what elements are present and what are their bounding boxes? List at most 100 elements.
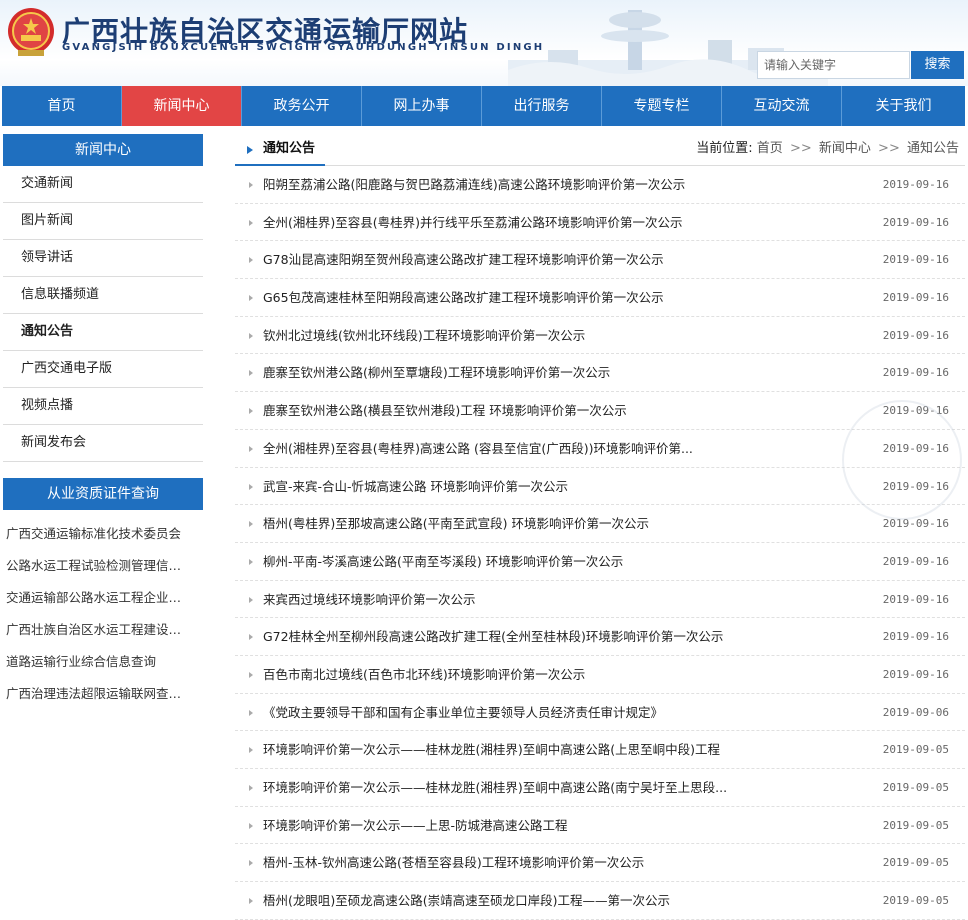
bullet-icon — [249, 332, 254, 339]
breadcrumb-label: 当前位置: — [696, 141, 753, 156]
notice-title-link[interactable]: 钦州北过境线(钦州北环线段)工程环境影响评价第一次公示 — [263, 317, 853, 354]
sidebar-item-traffic-news[interactable]: 交通新闻 — [3, 166, 203, 203]
notice-title-link[interactable]: G65包茂高速桂林至阳朔段高速公路改扩建工程环境影响评价第一次公示 — [263, 279, 853, 316]
sidebar-title: 新闻中心 — [3, 134, 203, 166]
notice-date: 2019-09-05 — [882, 818, 949, 832]
nav-item-interaction[interactable]: 互动交流 — [722, 86, 842, 126]
notice-title-link[interactable]: 阳朔至荔浦公路(阳鹿路与贺巴路荔浦连线)高速公路环境影响评价第一次公示 — [263, 166, 853, 203]
notice-title-link[interactable]: 梧州(龙眼咀)至硕龙高速公路(崇靖高速至硕龙口岸段)工程——第一次公示 — [263, 882, 853, 919]
list-item[interactable]: 环境影响评价第一次公示——桂林龙胜(湘桂界)至峒中高速公路(南宁吴圩至上思段..… — [235, 769, 965, 807]
breadcrumb-news-center[interactable]: 新闻中心 — [819, 141, 871, 156]
notice-title-link[interactable]: G72桂林全州至柳州段高速公路改扩建工程(全州至桂林段)环境影响评价第一次公示 — [263, 618, 853, 655]
notice-title-link[interactable]: 鹿寨至钦州港公路(横县至钦州港段)工程 环境影响评价第一次公示 — [263, 392, 853, 429]
list-item[interactable]: G78汕昆高速阳朔至贺州段高速公路改扩建工程环境影响评价第一次公示 2019-09… — [235, 241, 965, 280]
link-standardization-committee[interactable]: 广西交通运输标准化技术委员会 — [3, 518, 203, 550]
bullet-icon — [249, 445, 254, 452]
list-item[interactable]: 梧州(粤桂界)至那坡高速公路(平南至武宣段) 环境影响评价第一次公示 2019-0… — [235, 505, 965, 543]
list-item[interactable]: 环境影响评价第一次公示——桂林龙胜(湘桂界)至峒中高速公路(上思至峒中段)工程 2… — [235, 731, 965, 769]
list-item[interactable]: 《党政主要领导干部和国有企事业单位主要领导人员经济责任审计规定》 2019-09-… — [235, 694, 965, 732]
bullet-icon — [249, 257, 254, 264]
notice-date: 2019-09-16 — [882, 178, 949, 191]
notice-date: 2019-09-16 — [882, 630, 949, 644]
qualification-query-title: 从业资质证件查询 — [3, 478, 203, 510]
list-item[interactable]: 鹿寨至钦州港公路(柳州至覃塘段)工程环境影响评价第一次公示 2019-09-16 — [235, 354, 965, 393]
sidebar-item-video[interactable]: 视频点播 — [3, 388, 203, 425]
bullet-icon — [249, 822, 254, 829]
bullet-icon — [249, 671, 254, 678]
notice-title-link[interactable]: 环境影响评价第一次公示——桂林龙胜(湘桂界)至峒中高速公路(南宁吴圩至上思段..… — [263, 769, 853, 806]
link-ministry-enterprise[interactable]: 交通运输部公路水运工程企业… — [3, 582, 203, 614]
notice-date: 2019-09-16 — [882, 215, 949, 229]
notice-title-link[interactable]: G78汕昆高速阳朔至贺州段高速公路改扩建工程环境影响评价第一次公示 — [263, 241, 853, 278]
bullet-icon — [249, 747, 254, 754]
sidebar-item-notices[interactable]: 通知公告 — [3, 314, 203, 351]
section-title-tab: 通知公告 — [235, 134, 326, 166]
nav-item-news[interactable]: 新闻中心 — [122, 86, 242, 126]
main-nav: 首页 新闻中心 政务公开 网上办事 出行服务 专题专栏 互动交流 关于我们 — [2, 86, 965, 126]
watermark-seal — [842, 400, 962, 520]
notice-title-link[interactable]: 全州(湘桂界)至容县(粤桂界)高速公路 (容县至信宜(广西段))环境影响评价第.… — [263, 430, 853, 467]
list-item[interactable]: 来宾西过境线环境影响评价第一次公示 2019-09-16 — [235, 581, 965, 619]
sidebar-item-press-conference[interactable]: 新闻发布会 — [3, 425, 203, 462]
link-testing-management[interactable]: 公路水运工程试验检测管理信… — [3, 550, 203, 582]
notice-date: 2019-09-05 — [882, 894, 949, 908]
list-item[interactable]: 钦州北过境线(钦州北环线段)工程环境影响评价第一次公示 2019-09-16 — [235, 317, 965, 355]
bullet-icon — [249, 219, 254, 226]
list-item[interactable]: 阳朔至荔浦公路(阳鹿路与贺巴路荔浦连线)高速公路环境影响评价第一次公示 2019-… — [235, 166, 965, 204]
bullet-icon — [249, 558, 254, 565]
notice-date: 2019-09-05 — [882, 781, 949, 794]
notice-title-link[interactable]: 鹿寨至钦州港公路(柳州至覃塘段)工程环境影响评价第一次公示 — [263, 354, 853, 391]
nav-item-government-affairs[interactable]: 政务公开 — [242, 86, 362, 126]
breadcrumb-home[interactable]: 首页 — [757, 141, 783, 156]
notice-title-link[interactable]: 全州(湘桂界)至容县(粤桂界)并行线平乐至荔浦公路环境影响评价第一次公示 — [263, 204, 853, 241]
link-overload-network[interactable]: 广西治理违法超限运输联网查… — [3, 678, 203, 710]
notice-date: 2019-09-16 — [882, 328, 949, 342]
list-item[interactable]: G65包茂高速桂林至阳朔段高速公路改扩建工程环境影响评价第一次公示 2019-09… — [235, 279, 965, 317]
breadcrumb-separator: >> — [878, 141, 900, 156]
list-item[interactable]: G72桂林全州至柳州段高速公路改扩建工程(全州至桂林段)环境影响评价第一次公示 2… — [235, 618, 965, 656]
list-item[interactable]: 全州(湘桂界)至容县(粤桂界)并行线平乐至荔浦公路环境影响评价第一次公示 2019… — [235, 204, 965, 242]
notice-title-link[interactable]: 梧州-玉林-钦州高速公路(苍梧至容县段)工程环境影响评价第一次公示 — [263, 844, 853, 881]
nav-item-special-topics[interactable]: 专题专栏 — [602, 86, 722, 126]
sidebar-item-leader-speeches[interactable]: 领导讲话 — [3, 240, 203, 277]
notice-title-link[interactable]: 百色市南北过境线(百色市北环线)环境影响评价第一次公示 — [263, 656, 853, 693]
notice-title-link[interactable]: 《党政主要领导干部和国有企事业单位主要领导人员经济责任审计规定》 — [263, 694, 853, 731]
list-item[interactable]: 梧州(龙眼咀)至硕龙高速公路(崇靖高速至硕龙口岸段)工程——第一次公示 2019-… — [235, 882, 965, 920]
notice-date: 2019-09-05 — [882, 856, 949, 870]
breadcrumb-notices[interactable]: 通知公告 — [907, 141, 959, 156]
notice-title-link[interactable]: 环境影响评价第一次公示——桂林龙胜(湘桂界)至峒中高速公路(上思至峒中段)工程 — [263, 731, 853, 768]
list-item[interactable]: 百色市南北过境线(百色市北环线)环境影响评价第一次公示 2019-09-16 — [235, 656, 965, 694]
link-waterway-construction[interactable]: 广西壮族自治区水运工程建设… — [3, 614, 203, 646]
bullet-icon — [249, 182, 254, 188]
bullet-icon — [249, 860, 254, 867]
list-item[interactable]: 柳州-平南-岑溪高速公路(平南至岑溪段) 环境影响评价第一次公示 2019-09-… — [235, 543, 965, 581]
sidebar-item-e-edition[interactable]: 广西交通电子版 — [3, 351, 203, 388]
search-button[interactable]: 搜索 — [911, 51, 964, 79]
bullet-icon — [249, 370, 254, 377]
list-item[interactable]: 梧州-玉林-钦州高速公路(苍梧至容县段)工程环境影响评价第一次公示 2019-09… — [235, 844, 965, 883]
link-road-transport-query[interactable]: 道路运输行业综合信息查询 — [3, 646, 203, 678]
notice-date: 2019-09-16 — [882, 291, 949, 305]
list-item[interactable]: 环境影响评价第一次公示——上思-防城港高速公路工程 2019-09-05 — [235, 807, 965, 845]
breadcrumb: 当前位置: 首页 >> 新闻中心 >> 通知公告 — [696, 134, 959, 164]
bullet-icon — [249, 521, 254, 528]
notice-title-link[interactable]: 梧州(粤桂界)至那坡高速公路(平南至武宣段) 环境影响评价第一次公示 — [263, 505, 853, 542]
nav-item-online-services[interactable]: 网上办事 — [362, 86, 482, 126]
notice-title-link[interactable]: 武宣-来宾-合山-忻城高速公路 环境影响评价第一次公示 — [263, 468, 853, 505]
bullet-icon — [249, 483, 254, 490]
search-input[interactable]: 请输入关键字 — [757, 51, 910, 79]
notice-title-link[interactable]: 环境影响评价第一次公示——上思-防城港高速公路工程 — [263, 807, 853, 844]
section-title: 通知公告 — [263, 141, 316, 156]
notice-title-link[interactable]: 来宾西过境线环境影响评价第一次公示 — [263, 581, 853, 618]
notice-title-link[interactable]: 柳州-平南-岑溪高速公路(平南至岑溪段) 环境影响评价第一次公示 — [263, 543, 853, 580]
sidebar-item-info-broadcast[interactable]: 信息联播频道 — [3, 277, 203, 314]
notice-date: 2019-09-05 — [882, 743, 949, 757]
national-emblem-icon — [8, 8, 54, 56]
sidebar-item-photo-news[interactable]: 图片新闻 — [3, 203, 203, 240]
bullet-icon — [249, 785, 254, 791]
bullet-icon — [249, 634, 254, 641]
nav-item-home[interactable]: 首页 — [2, 86, 122, 126]
bullet-icon — [249, 709, 254, 716]
nav-item-travel-services[interactable]: 出行服务 — [482, 86, 602, 126]
nav-item-about-us[interactable]: 关于我们 — [842, 86, 965, 126]
